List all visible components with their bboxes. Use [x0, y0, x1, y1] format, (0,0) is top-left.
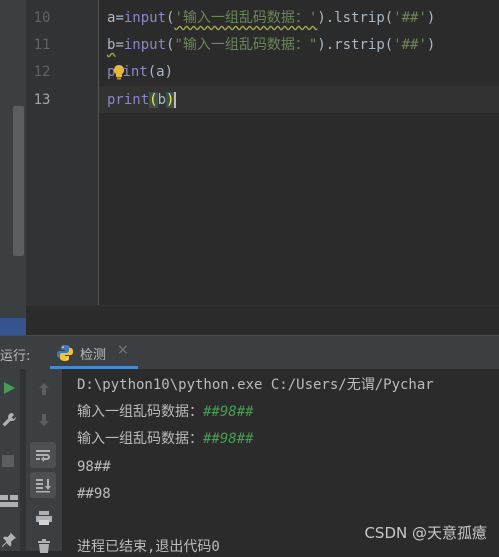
run-icon[interactable]	[2, 381, 16, 395]
line-number: 10	[33, 10, 51, 26]
code-line-11[interactable]: b=input("输入一组乱码数据：").rstrip('##')	[107, 35, 435, 55]
console-command-line: D:\python10\python.exe C:/Users/无谓/Pycha…	[77, 377, 434, 393]
scroll-to-end-icon	[36, 479, 51, 493]
editor-empty-area	[26, 305, 499, 336]
lightbulb-icon[interactable]	[114, 62, 125, 82]
run-label: 运行:	[0, 349, 31, 364]
run-toolbar-primary	[0, 369, 20, 551]
line-number-current: 13	[33, 92, 51, 108]
pin-icon[interactable]	[1, 531, 17, 547]
left-scrollbar[interactable]	[13, 106, 24, 256]
arrow-down-icon[interactable]	[36, 412, 52, 428]
gutter-divider	[98, 0, 99, 305]
code-line-13[interactable]: print(b)	[107, 90, 177, 110]
watermark: CSDN @天意孤癔	[364, 524, 487, 542]
console-exit-line: 进程已结束,退出代码0	[77, 539, 220, 555]
console-line-input-2: 输入一组乱码数据：##98##	[77, 431, 254, 447]
left-selection-marker	[0, 318, 26, 335]
console-output-line: ##98	[77, 486, 111, 502]
code-line-12[interactable]: p int(a)	[107, 62, 173, 82]
line-number: 12	[33, 64, 51, 80]
wrench-icon[interactable]	[1, 412, 17, 428]
close-icon[interactable]: ×	[117, 342, 129, 358]
code-line-10[interactable]: a=input('输入一组乱码数据：').lstrip('##')	[107, 8, 435, 28]
console-line-input-1: 输入一组乱码数据：##98##	[77, 404, 254, 420]
tab-label: 检测	[80, 348, 107, 363]
layout-icon[interactable]	[0, 493, 18, 509]
soft-wrap-button[interactable]	[30, 442, 56, 468]
user-input-text: ##98##	[203, 431, 254, 447]
user-input-text: ##98##	[203, 404, 254, 420]
text-cursor	[174, 92, 177, 108]
line-number: 11	[33, 37, 51, 53]
soft-wrap-icon	[36, 450, 50, 462]
print-icon[interactable]	[35, 510, 53, 526]
run-toolbar-secondary	[26, 369, 62, 553]
arrow-up-icon[interactable]	[36, 381, 52, 397]
run-tool-window-header: 运行: 检测 ×	[0, 335, 499, 369]
python-icon	[57, 345, 73, 361]
scroll-to-end-button[interactable]	[30, 472, 56, 498]
run-tab-jiance[interactable]: 检测 ×	[50, 336, 138, 369]
stop-icon[interactable]	[2, 455, 14, 467]
console-output-line: 98##	[77, 459, 111, 475]
